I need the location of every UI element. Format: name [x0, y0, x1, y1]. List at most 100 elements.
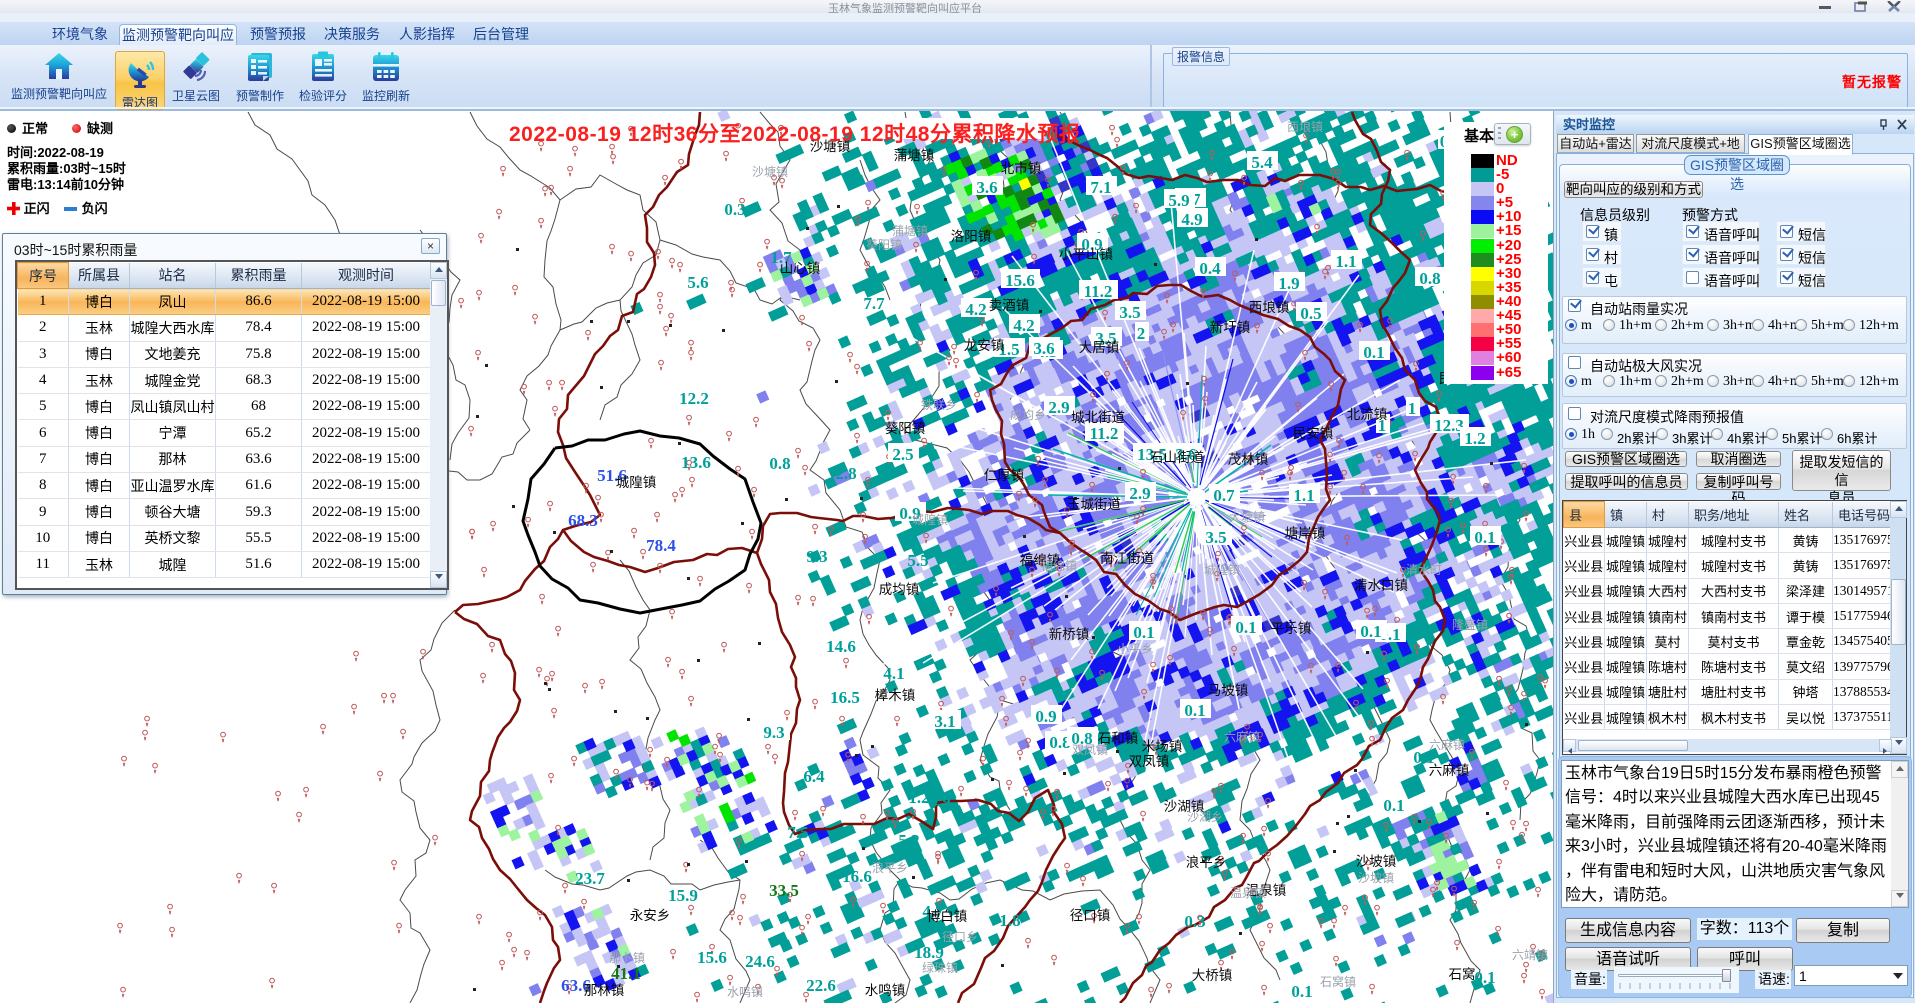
svg-text:城隍镇: 城隍镇	[1204, 563, 1240, 577]
svg-text:16.6: 16.6	[842, 867, 872, 886]
svg-text:铁联乡: 铁联乡	[921, 398, 957, 412]
svg-text:1.2: 1.2	[1464, 429, 1485, 448]
svg-text:山心镇: 山心镇	[780, 261, 821, 276]
svg-text:水鸣镇: 水鸣镇	[727, 984, 763, 999]
svg-text:0.8: 0.8	[769, 454, 790, 473]
svg-text:0.1: 0.1	[1383, 796, 1404, 815]
svg-text:3.1: 3.1	[934, 712, 955, 731]
svg-text:18.9: 18.9	[914, 943, 944, 962]
svg-text:蒲塘镇: 蒲塘镇	[892, 223, 928, 238]
svg-text:0.9: 0.9	[1035, 707, 1056, 726]
svg-text:11.2: 11.2	[1090, 424, 1119, 443]
svg-text:3.5: 3.5	[1119, 303, 1140, 322]
svg-text:北市镇: 北市镇	[1001, 160, 1042, 176]
svg-text:1.1: 1.1	[1293, 486, 1314, 505]
svg-text:城隍镇: 城隍镇	[912, 513, 948, 527]
svg-text:清水町: 清水町	[1406, 563, 1442, 577]
svg-text:石山街道: 石山街道	[1150, 450, 1204, 465]
svg-text:大居镇: 大居镇	[1079, 340, 1120, 355]
svg-text:成均镇: 成均镇	[879, 582, 920, 597]
svg-text:径口乡: 径口乡	[942, 930, 978, 944]
svg-text:温泉镇: 温泉镇	[1230, 886, 1266, 900]
svg-text:0.3: 0.3	[724, 200, 745, 219]
svg-text:11.2: 11.2	[1084, 282, 1113, 301]
svg-text:洛阳镇: 洛阳镇	[951, 229, 992, 244]
svg-text:22.6: 22.6	[806, 976, 836, 995]
svg-text:米场镇: 米场镇	[1142, 739, 1183, 754]
svg-text:4.1: 4.1	[883, 664, 904, 683]
svg-text:24.6: 24.6	[745, 952, 775, 971]
svg-text:5.5: 5.5	[907, 551, 928, 570]
svg-text:1.2: 1.2	[908, 788, 929, 807]
svg-text:5.4: 5.4	[1251, 153, 1273, 172]
svg-text:那卜镇: 那卜镇	[609, 951, 645, 965]
svg-text:0.1: 0.1	[1474, 528, 1495, 547]
svg-text:博白镇: 博白镇	[927, 908, 968, 924]
svg-text:小平乡: 小平乡	[1117, 642, 1153, 656]
svg-text:平乐镇: 平乐镇	[1271, 621, 1312, 636]
svg-text:0.1: 0.1	[1235, 618, 1256, 637]
svg-text:水鸣镇: 水鸣镇	[865, 982, 906, 998]
svg-text:葵阳镇: 葵阳镇	[866, 238, 902, 252]
svg-text:7.5: 7.5	[787, 823, 808, 842]
svg-text:0.1: 0.1	[1291, 982, 1312, 1001]
svg-text:2: 2	[1137, 324, 1146, 343]
svg-text:9.3: 9.3	[763, 723, 784, 742]
svg-text:1: 1	[1408, 399, 1417, 418]
svg-text:13.6: 13.6	[681, 453, 711, 472]
svg-text:六麻镇: 六麻镇	[1224, 729, 1260, 744]
svg-text:0.3: 0.3	[1184, 912, 1205, 931]
svg-text:石窝镇: 石窝镇	[1320, 974, 1356, 989]
svg-text:3.6: 3.6	[976, 178, 997, 197]
svg-text:茂林镇: 茂林镇	[1228, 451, 1269, 467]
svg-text:7.7: 7.7	[863, 294, 885, 313]
svg-text:0.1: 0.1	[1360, 622, 1381, 641]
svg-text:0.8: 0.8	[1419, 269, 1440, 288]
svg-text:0.5: 0.5	[1300, 304, 1321, 323]
svg-text:7.1: 7.1	[1090, 178, 1111, 197]
svg-text:隆盛镇: 隆盛镇	[1452, 617, 1488, 632]
svg-text:68.3: 68.3	[568, 511, 598, 530]
svg-text:12.3: 12.3	[1434, 416, 1464, 435]
svg-text:城北街道: 城北街道	[1071, 410, 1125, 425]
svg-text:西埌镇: 西埌镇	[1287, 119, 1323, 134]
svg-text:六麻镇: 六麻镇	[1429, 763, 1470, 778]
svg-text:3.6: 3.6	[1033, 339, 1054, 358]
svg-text:12.2: 12.2	[679, 389, 709, 408]
svg-text:0.1: 0.1	[1474, 968, 1495, 987]
svg-text:0.7: 0.7	[1213, 486, 1235, 505]
svg-text:5.6: 5.6	[687, 273, 708, 292]
svg-text:城隍镇: 城隍镇	[616, 475, 657, 490]
svg-text:3.5: 3.5	[1205, 528, 1226, 547]
svg-text:大桥镇: 大桥镇	[1192, 968, 1233, 983]
svg-text:沙坡镇: 沙坡镇	[1358, 871, 1394, 885]
svg-text:浪平乡: 浪平乡	[1186, 855, 1227, 870]
svg-text:15.6: 15.6	[697, 948, 727, 967]
svg-text:0.1: 0.1	[1363, 343, 1384, 362]
svg-text:六靖镇: 六靖镇	[1512, 948, 1548, 962]
svg-text:成均乡: 成均乡	[1010, 408, 1046, 422]
svg-text:永安乡: 永安乡	[630, 908, 671, 923]
svg-text:0.4: 0.4	[1199, 259, 1221, 278]
svg-text:78.4: 78.4	[646, 536, 676, 555]
svg-text:2.8: 2.8	[835, 464, 856, 483]
svg-text:4.2: 4.2	[1013, 316, 1034, 335]
svg-text:那林镇: 那林镇	[584, 983, 625, 998]
svg-text:南江街道: 南江街道	[1100, 551, 1154, 566]
svg-text:石窝: 石窝	[1449, 966, 1476, 982]
svg-text:马坡镇: 马坡镇	[1208, 683, 1249, 698]
svg-text:葵阳镇: 葵阳镇	[885, 421, 926, 436]
svg-text:民安镇: 民安镇	[1293, 426, 1334, 441]
svg-text:新圩镇: 新圩镇	[1210, 320, 1251, 335]
svg-text:23.7: 23.7	[575, 869, 605, 888]
svg-text:2.9: 2.9	[1048, 398, 1069, 417]
svg-text:16.5: 16.5	[830, 688, 860, 707]
svg-text:5.9: 5.9	[1168, 191, 1189, 210]
svg-text:清水口镇: 清水口镇	[1354, 578, 1408, 593]
svg-text:蒲塘镇: 蒲塘镇	[894, 148, 935, 163]
svg-text:15.6: 15.6	[1005, 271, 1035, 290]
svg-text:4.2: 4.2	[965, 300, 986, 319]
svg-text:浪平乡: 浪平乡	[872, 860, 908, 875]
svg-text:15.9: 15.9	[668, 886, 698, 905]
svg-text:0.9: 0.9	[929, 792, 950, 811]
